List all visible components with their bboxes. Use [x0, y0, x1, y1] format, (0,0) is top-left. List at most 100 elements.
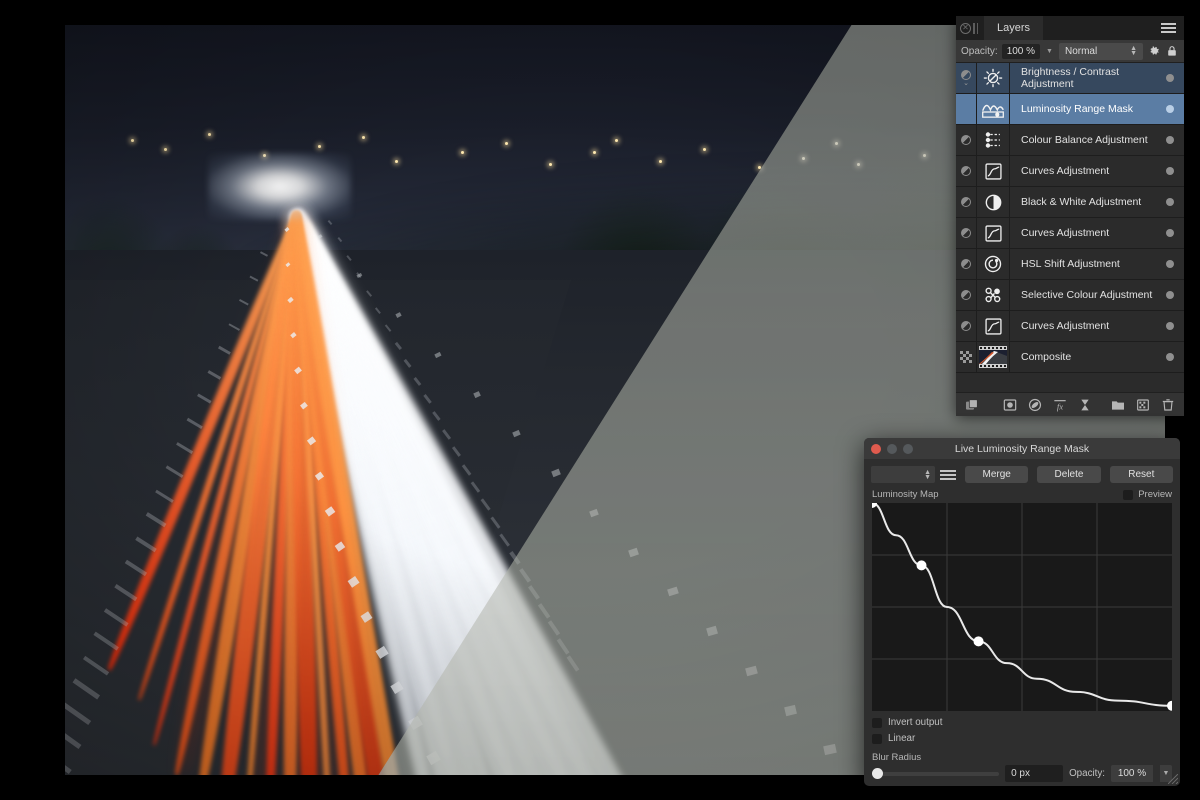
invert-output-checkbox[interactable]: [872, 718, 882, 728]
blur-radius-row[interactable]: 0 px Opacity: 100 % ▼: [864, 765, 1180, 786]
trash-icon[interactable]: [1160, 397, 1176, 413]
duplicate-layers-icon[interactable]: [964, 397, 980, 413]
preview-checkbox[interactable]: [1123, 490, 1133, 500]
layer-status-dot[interactable]: [1166, 229, 1174, 237]
lane-marking: [72, 679, 99, 700]
curve-control-point-1[interactable]: [917, 560, 927, 570]
adjustment-layer-icon[interactable]: [1027, 397, 1043, 413]
dialog-titlebar[interactable]: Live Luminosity Range Mask: [864, 438, 1180, 459]
stepper-icon[interactable]: ▲▼: [1130, 46, 1137, 56]
luminosity-curve-chart[interactable]: [872, 503, 1172, 711]
layer-status-dot[interactable]: [1166, 291, 1174, 299]
merge-button[interactable]: Merge: [965, 466, 1028, 483]
layer-row-selective-colour[interactable]: Selective Colour Adjustment: [956, 280, 1184, 311]
drag-grip-icon[interactable]: [973, 23, 980, 34]
luminosity-map-graph[interactable]: [872, 503, 1172, 711]
layer-row-brightness-contrast[interactable]: ⌄ Brightness / Contrast Adjustment: [956, 63, 1184, 94]
hourglass-icon[interactable]: [1077, 397, 1093, 413]
layer-visibility-toggle[interactable]: [956, 290, 976, 300]
layer-properties-row: Opacity: 100 % ▼ Normal ▲▼: [956, 40, 1184, 63]
mask-layer-icon[interactable]: [1002, 397, 1018, 413]
lane-marking: [404, 359, 412, 368]
layer-visibility-toggle[interactable]: [956, 351, 976, 363]
layer-list[interactable]: ⌄ Brightness / Contrast Adjustment: [956, 63, 1184, 392]
slider-knob[interactable]: [872, 768, 883, 779]
layers-panel-tabbar: ✕ Layers: [956, 16, 1184, 40]
layer-visibility-toggle[interactable]: [956, 197, 976, 207]
layer-thumbnail: [976, 311, 1010, 342]
invert-output-row[interactable]: Invert output: [872, 717, 1172, 728]
close-icon[interactable]: ✕: [960, 23, 971, 34]
visibility-icon[interactable]: [961, 228, 971, 238]
opacity-input[interactable]: 100 %: [1002, 44, 1040, 59]
layer-visibility-toggle[interactable]: [956, 259, 976, 269]
hamburger-menu-icon[interactable]: [1153, 16, 1184, 40]
layer-visibility-toggle[interactable]: [956, 321, 976, 331]
delete-button[interactable]: Delete: [1037, 466, 1100, 483]
hamburger-menu-icon[interactable]: [940, 470, 956, 480]
linear-checkbox[interactable]: [872, 734, 882, 744]
lane-marking: [65, 750, 72, 774]
blur-radius-input[interactable]: 0 px: [1005, 765, 1063, 782]
preview-toggle[interactable]: Preview: [1123, 489, 1172, 500]
layer-status-dot[interactable]: [1166, 167, 1174, 175]
live-filter-fx-icon[interactable]: fx: [1052, 397, 1068, 413]
visibility-icon[interactable]: [961, 166, 971, 176]
linear-row[interactable]: Linear: [872, 733, 1172, 744]
lane-marking: [166, 465, 184, 478]
layer-status-dot[interactable]: [1166, 260, 1174, 268]
visibility-icon[interactable]: [961, 259, 971, 269]
stepper-icon[interactable]: ▲▼: [924, 470, 931, 480]
layer-row-curves-3[interactable]: Curves Adjustment: [956, 311, 1184, 342]
chevron-down-icon[interactable]: ▼: [1044, 48, 1055, 55]
visibility-icon[interactable]: [961, 135, 971, 145]
layers-bottom-toolbar[interactable]: fx: [956, 392, 1184, 416]
layer-status-dot[interactable]: [1166, 198, 1174, 206]
tab-layers[interactable]: Layers: [984, 16, 1043, 40]
lane-marking: [290, 331, 297, 338]
visibility-icon[interactable]: [961, 321, 971, 331]
app-root: ✕ Layers Opacity: 100 % ▼ Normal ▲▼: [0, 0, 1200, 800]
blend-mode-select[interactable]: Normal ▲▼: [1059, 43, 1143, 60]
layer-row-colour-balance[interactable]: Colour Balance Adjustment: [956, 125, 1184, 156]
layer-row-luminosity-range-mask[interactable]: Luminosity Range Mask: [956, 94, 1184, 125]
layer-status-dot[interactable]: [1166, 74, 1174, 82]
blur-radius-slider[interactable]: [872, 768, 999, 779]
layer-status-dot[interactable]: [1166, 322, 1174, 330]
layer-name: Curves Adjustment: [1010, 165, 1166, 177]
dialog-options[interactable]: Invert output Linear: [864, 711, 1180, 749]
dialog-opacity-input[interactable]: 100 %: [1111, 765, 1153, 782]
lane-marking: [324, 506, 334, 516]
layer-row-composite[interactable]: Composite: [956, 342, 1184, 373]
visibility-icon[interactable]: [961, 197, 971, 207]
lane-marking: [745, 665, 757, 676]
live-luminosity-range-mask-dialog[interactable]: Live Luminosity Range Mask ▲▼ Merge Dele…: [864, 438, 1180, 786]
reset-button[interactable]: Reset: [1110, 466, 1173, 483]
layer-visibility-toggle[interactable]: [956, 135, 976, 145]
layer-thumbnail: [976, 156, 1010, 187]
chevron-down-icon[interactable]: ⌄: [963, 81, 969, 87]
resize-grip-icon[interactable]: [1168, 774, 1178, 784]
layer-visibility-toggle[interactable]: [956, 166, 976, 176]
lock-icon[interactable]: [1165, 44, 1179, 58]
layer-status-dot[interactable]: [1166, 105, 1174, 113]
dialog-toolbar[interactable]: ▲▼ Merge Delete Reset: [864, 459, 1180, 487]
visibility-icon[interactable]: [961, 290, 971, 300]
visibility-icon[interactable]: [961, 70, 971, 80]
layer-status-dot[interactable]: [1166, 353, 1174, 361]
layer-row-black-white[interactable]: Black & White Adjustment: [956, 187, 1184, 218]
layers-panel[interactable]: ✕ Layers Opacity: 100 % ▼ Normal ▲▼: [956, 16, 1184, 416]
layer-visibility-toggle[interactable]: ⌄: [956, 70, 976, 87]
lane-marking: [218, 346, 231, 355]
layer-row-curves-2[interactable]: Curves Adjustment: [956, 218, 1184, 249]
layer-row-curves-1[interactable]: Curves Adjustment: [956, 156, 1184, 187]
layer-visibility-toggle[interactable]: [956, 228, 976, 238]
folder-icon[interactable]: [1110, 397, 1126, 413]
gear-icon[interactable]: [1147, 44, 1161, 58]
curve-control-point-2[interactable]: [974, 636, 984, 646]
layer-row-hsl-shift[interactable]: HSL Shift Adjustment: [956, 249, 1184, 280]
layer-status-dot[interactable]: [1166, 136, 1174, 144]
preset-dropdown[interactable]: ▲▼: [871, 466, 935, 483]
new-pixel-layer-icon[interactable]: [1135, 397, 1151, 413]
layer-name: Curves Adjustment: [1010, 320, 1166, 332]
